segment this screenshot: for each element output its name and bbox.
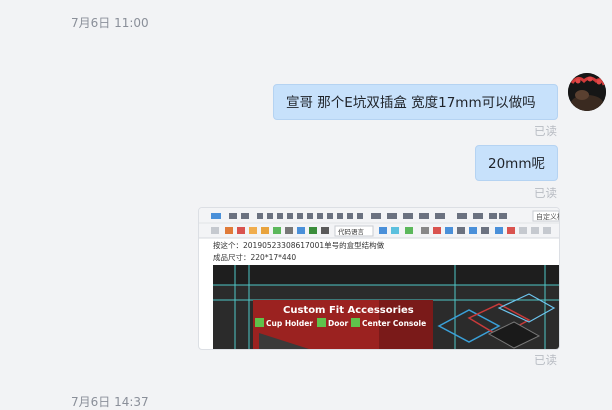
code-language-select: 代码语言 <box>338 227 365 236</box>
image-message[interactable]: 自定义标 代码语言 按这个：20190523308617001单号的盒型结构做 … <box>198 207 560 350</box>
timestamp-top: 7月6日 11:00 <box>71 16 149 30</box>
timestamp-bottom: 7月6日 14:37 <box>71 395 149 409</box>
toolbar-text: 自定义标 <box>536 212 559 221</box>
feature-cup-holder: Cup Holder <box>266 319 313 328</box>
message-bubble[interactable]: 20mm呢 <box>475 145 558 181</box>
read-status: 已读 <box>534 124 557 138</box>
banner-title: Custom Fit Accessories <box>283 305 414 316</box>
read-status: 已读 <box>534 353 557 367</box>
editor-line-2: 成品尺寸：220*17*440 <box>213 252 296 262</box>
avatar[interactable] <box>568 73 606 111</box>
feature-center-console: Center Console <box>362 319 426 328</box>
read-status: 已读 <box>534 186 557 200</box>
message-bubble[interactable]: 宣哥 那个E坑双插盒 宽度17mm可以做吗 <box>273 84 558 120</box>
editor-line-1: 按这个：20190523308617001单号的盒型结构做 <box>213 240 385 250</box>
feature-door: Door <box>328 319 349 328</box>
